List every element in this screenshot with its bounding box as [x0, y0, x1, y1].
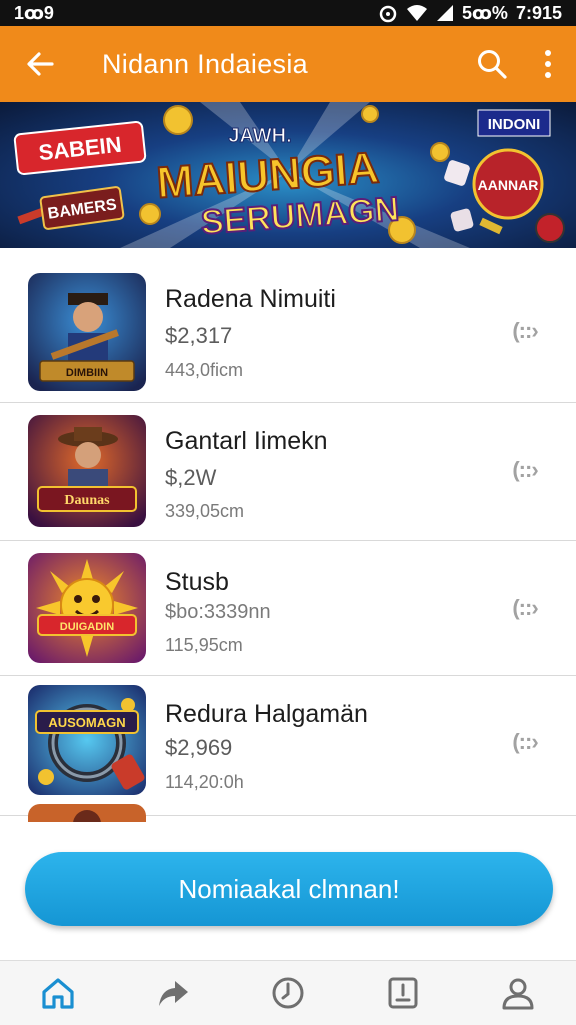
back-arrow-icon: [27, 52, 54, 76]
status-icons: 5ꝏ% 7:915: [378, 3, 562, 24]
list-item-partial[interactable]: [0, 804, 576, 822]
right-badge: INDONI AANNAR: [444, 109, 565, 243]
game-thumbnail: [28, 804, 146, 822]
home-icon: [41, 978, 74, 1009]
status-clock: 7:915: [515, 2, 562, 23]
profile-icon: [502, 978, 534, 1010]
ellipsis-chevron-icon[interactable]: (::›: [500, 455, 550, 485]
right-badge-top-text: INDONI: [488, 116, 541, 133]
list-item[interactable]: DIMBIIN Radena Nimuiti $2,317 443,0ficm …: [0, 248, 576, 403]
game-name: Gantarl Iimekn: [165, 427, 328, 455]
ellipsis-chevron-icon[interactable]: (::›: [500, 727, 550, 757]
alarm-icon: [378, 3, 398, 23]
signal-icon: [436, 4, 454, 22]
bottom-navigation: [0, 960, 576, 1025]
game-name: Radena Nimuiti: [165, 285, 336, 313]
primary-action-button[interactable]: Nomiaakal clmnan!: [25, 852, 553, 926]
headline-top: JAWH.: [228, 125, 291, 147]
ellipsis-chevron-icon[interactable]: (::›: [500, 316, 550, 346]
search-button[interactable]: [464, 26, 520, 102]
game-thumbnail: DUIGADIN: [28, 553, 146, 663]
page-title: Nidann Indaiesia: [102, 48, 308, 79]
game-name: Stusb: [165, 568, 229, 596]
game-name: Redura Halgamän: [165, 700, 368, 728]
game-price: $,2W: [165, 465, 217, 490]
battery-text: 5ꝏ%: [462, 2, 508, 23]
game-subtext: 339,05cm: [165, 501, 245, 521]
status-bar: 1ꝏ9 5ꝏ% 7:915: [0, 0, 576, 26]
thumbnail-label: AUSOMAGN: [48, 715, 125, 730]
promo-banner[interactable]: SABEIN BAMERS JAWH. MAIUNGIA SERUMAGN IN…: [0, 102, 576, 248]
game-price: $bo:3339nn: [165, 601, 271, 623]
document-icon: [388, 977, 418, 1009]
search-icon: [478, 50, 507, 79]
back-button[interactable]: [0, 26, 80, 102]
game-subtext: 443,0ficm: [165, 360, 244, 380]
game-thumbnail: AUSOMAGN: [28, 685, 146, 795]
list-item[interactable]: DUIGADIN Stusb $bo:3339nn 115,95cm (::›: [0, 541, 576, 676]
kebab-menu-icon: [545, 50, 551, 78]
nav-document[interactable]: [373, 963, 433, 1023]
nav-home[interactable]: [28, 963, 88, 1023]
game-price: $2,317: [165, 323, 233, 348]
nav-history[interactable]: [258, 963, 318, 1023]
nav-share[interactable]: [143, 963, 203, 1023]
share-icon: [158, 981, 188, 1006]
right-badge-mid-text: AANNAR: [478, 177, 539, 193]
nav-profile[interactable]: [488, 963, 548, 1023]
game-subtext: 114,20:0h: [165, 772, 244, 792]
game-thumbnail: Daunas: [28, 415, 146, 527]
more-options-button[interactable]: [520, 26, 576, 102]
game-thumbnail: DIMBIIN: [28, 273, 146, 391]
thumbnail-label: Daunas: [64, 493, 110, 508]
thumbnail-label: DIMBIIN: [66, 367, 108, 379]
clock-icon: [272, 977, 304, 1009]
thumbnail-label: DUIGADIN: [60, 621, 114, 633]
app-bar: Nidann Indaiesia: [0, 26, 576, 102]
game-price: $2,969: [165, 735, 233, 760]
ellipsis-chevron-icon[interactable]: (::›: [500, 593, 550, 623]
game-subtext: 115,95cm: [165, 635, 243, 655]
list-item[interactable]: AUSOMAGN Redura Halgamän $2,969 114,20:0…: [0, 676, 576, 816]
game-list: DIMBIIN Radena Nimuiti $2,317 443,0ficm …: [0, 248, 576, 822]
list-item[interactable]: Daunas Gantarl Iimekn $,2W 339,05cm (::›: [0, 403, 576, 541]
wifi-icon: [406, 4, 428, 22]
status-time: 1ꝏ9: [14, 2, 54, 23]
